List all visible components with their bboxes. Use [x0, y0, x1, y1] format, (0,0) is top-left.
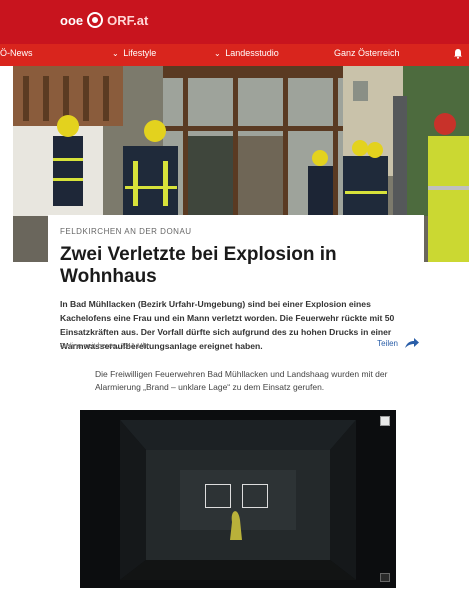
logo-brand: ORF.at	[107, 12, 149, 28]
chevron-down-icon: ⌄	[112, 49, 119, 58]
article-body-paragraph: Die Freiwilligen Feuerwehren Bad Mühllac…	[95, 369, 388, 392]
nav-item-lifestyle[interactable]: ⌄ Lifestyle	[112, 48, 156, 58]
fullscreen-icon[interactable]	[380, 573, 390, 582]
nav-item-ganz-oesterreich[interactable]: Ganz Österreich	[334, 48, 400, 58]
site-logo[interactable]: ooe ORF.at	[60, 12, 148, 28]
nav-item-oe-news[interactable]: Ö-News	[0, 48, 33, 58]
chevron-down-icon: ⌄	[214, 49, 221, 58]
share-arrow-icon	[405, 338, 419, 348]
nav-item-landesstudio[interactable]: ⌄ Landesstudio	[214, 48, 279, 58]
site-header: ooe ORF.at	[0, 0, 469, 44]
article-media-embed[interactable]	[80, 410, 396, 588]
broken-image-placeholder	[205, 484, 231, 508]
article-timestamp: Online seit heute, 7.41 Uhr	[60, 341, 150, 350]
share-label: Teilen	[377, 338, 398, 348]
image-placeholder-icon	[380, 416, 390, 426]
article-headline: Zwei Verletzte bei Explosion in Wohnhaus	[60, 244, 337, 287]
nav-item-label: Landesstudio	[225, 48, 279, 58]
article-kicker: FELDKIRCHEN AN DER DONAU	[60, 227, 192, 236]
nav-item-label: Lifestyle	[123, 48, 157, 58]
share-button[interactable]: Teilen	[377, 337, 420, 349]
bell-icon[interactable]	[453, 48, 463, 59]
nav-item-label: Ö-News	[0, 48, 33, 58]
nav-item-label: Ganz Österreich	[334, 48, 400, 58]
broken-image-placeholder	[242, 484, 268, 508]
logo-prefix: ooe	[60, 12, 84, 28]
orf-eye-icon	[87, 12, 104, 28]
main-nav: Ö-News ⌄ Lifestyle ⌄ Landesstudio Ganz Ö…	[0, 44, 469, 66]
